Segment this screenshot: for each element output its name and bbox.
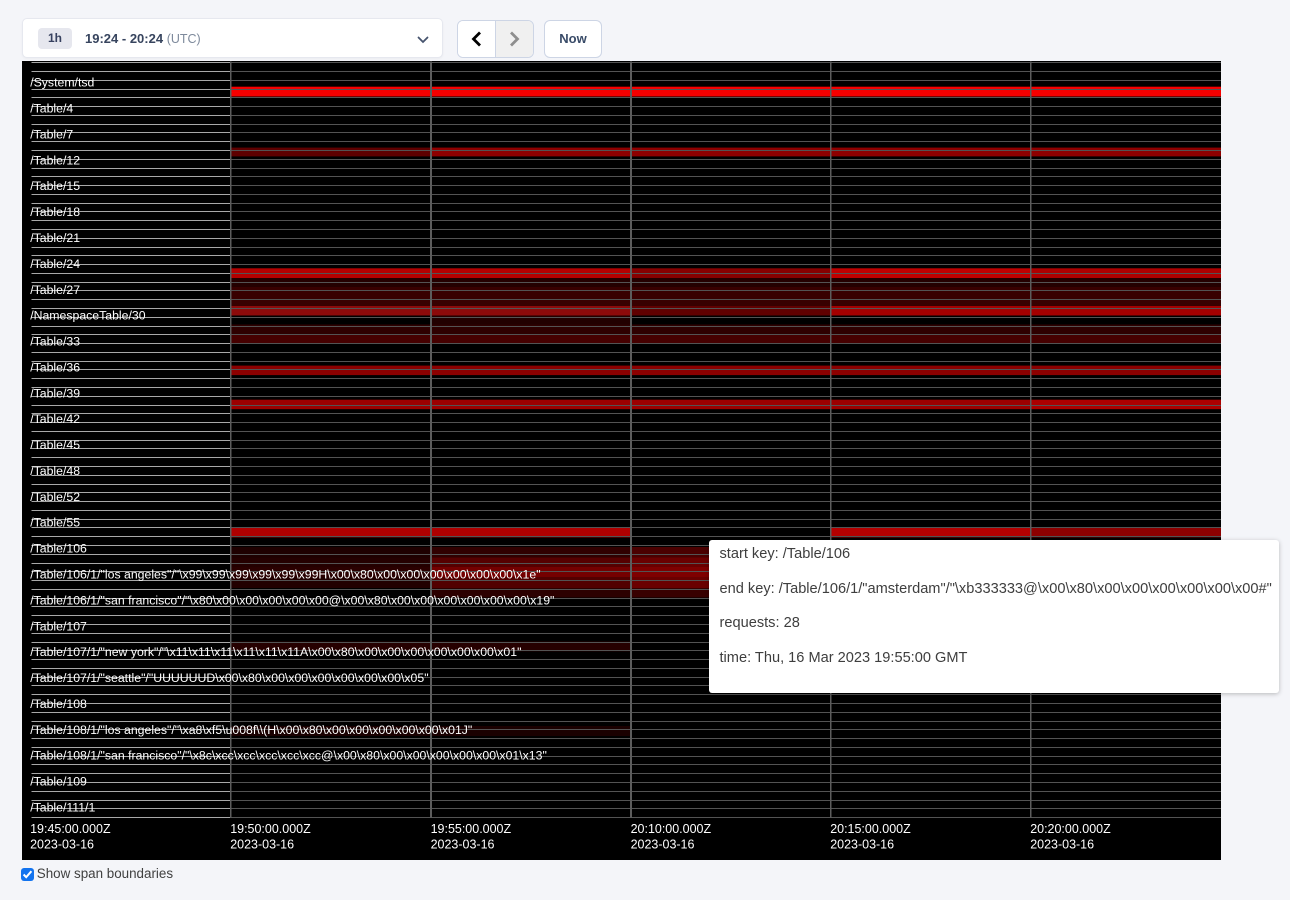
svg-text:/Table/52: /Table/52 [30,490,80,504]
svg-text:/Table/39: /Table/39 [30,386,80,400]
svg-text:/Table/109: /Table/109 [30,775,87,789]
svg-text:/Table/107/1/"new york"/"\x11\: /Table/107/1/"new york"/"\x11\x11\x11\x1… [30,645,521,659]
svg-text:/Table/48: /Table/48 [30,464,80,478]
svg-text:19:45:00.000Z: 19:45:00.000Z [30,822,111,836]
svg-text:/Table/107: /Table/107 [30,619,87,633]
svg-text:20:15:00.000Z: 20:15:00.000Z [830,822,911,836]
svg-text:/Table/7: /Table/7 [30,127,73,141]
svg-text:2023-03-16: 2023-03-16 [431,837,495,851]
svg-text:2023-03-16: 2023-03-16 [230,837,294,851]
svg-text:/Table/106: /Table/106 [30,542,87,556]
svg-text:/Table/108/1/"san francisco"/": /Table/108/1/"san francisco"/"\x8c\xcc\x… [30,749,547,763]
svg-text:/NamespaceTable/30: /NamespaceTable/30 [30,309,146,323]
svg-text:/Table/107/1/"seattle"/"UUUUUU: /Table/107/1/"seattle"/"UUUUUUD\x00\x80\… [30,671,428,685]
svg-text:/Table/24: /Table/24 [30,257,80,271]
svg-text:/Table/106/1/"san francisco"/": /Table/106/1/"san francisco"/"\x80\x00\x… [30,593,554,607]
svg-text:/Table/111/1: /Table/111/1 [30,800,95,814]
svg-text:20:10:00.000Z: 20:10:00.000Z [631,822,712,836]
svg-text:/Table/4: /Table/4 [30,102,73,116]
svg-text:/Table/12: /Table/12 [30,153,80,167]
svg-text:/Table/36: /Table/36 [30,360,80,374]
svg-text:/Table/27: /Table/27 [30,283,80,297]
svg-text:2023-03-16: 2023-03-16 [30,837,94,851]
svg-text:/Table/108: /Table/108 [30,697,87,711]
svg-text:2023-03-16: 2023-03-16 [830,837,894,851]
svg-text:19:50:00.000Z: 19:50:00.000Z [230,822,311,836]
svg-text:2023-03-16: 2023-03-16 [631,837,695,851]
svg-text:19:55:00.000Z: 19:55:00.000Z [431,822,512,836]
svg-text:/System/tsd: /System/tsd [30,76,94,90]
svg-text:/Table/21: /Table/21 [30,231,80,245]
svg-text:/Table/18: /Table/18 [30,205,80,219]
svg-text:/Table/55: /Table/55 [30,516,80,530]
svg-text:/Table/15: /Table/15 [30,179,80,193]
svg-text:/Table/33: /Table/33 [30,335,80,349]
svg-text:20:20:00.000Z: 20:20:00.000Z [1030,822,1111,836]
svg-text:/Table/108/1/"los angeles"/"\x: /Table/108/1/"los angeles"/"\xa8\xf5\u00… [30,723,472,737]
svg-text:/Table/106/1/"los angeles"/"\x: /Table/106/1/"los angeles"/"\x99\x99\x99… [30,567,540,581]
svg-text:2023-03-16: 2023-03-16 [1030,837,1094,851]
svg-text:/Table/45: /Table/45 [30,438,80,452]
svg-text:/Table/42: /Table/42 [30,412,80,426]
